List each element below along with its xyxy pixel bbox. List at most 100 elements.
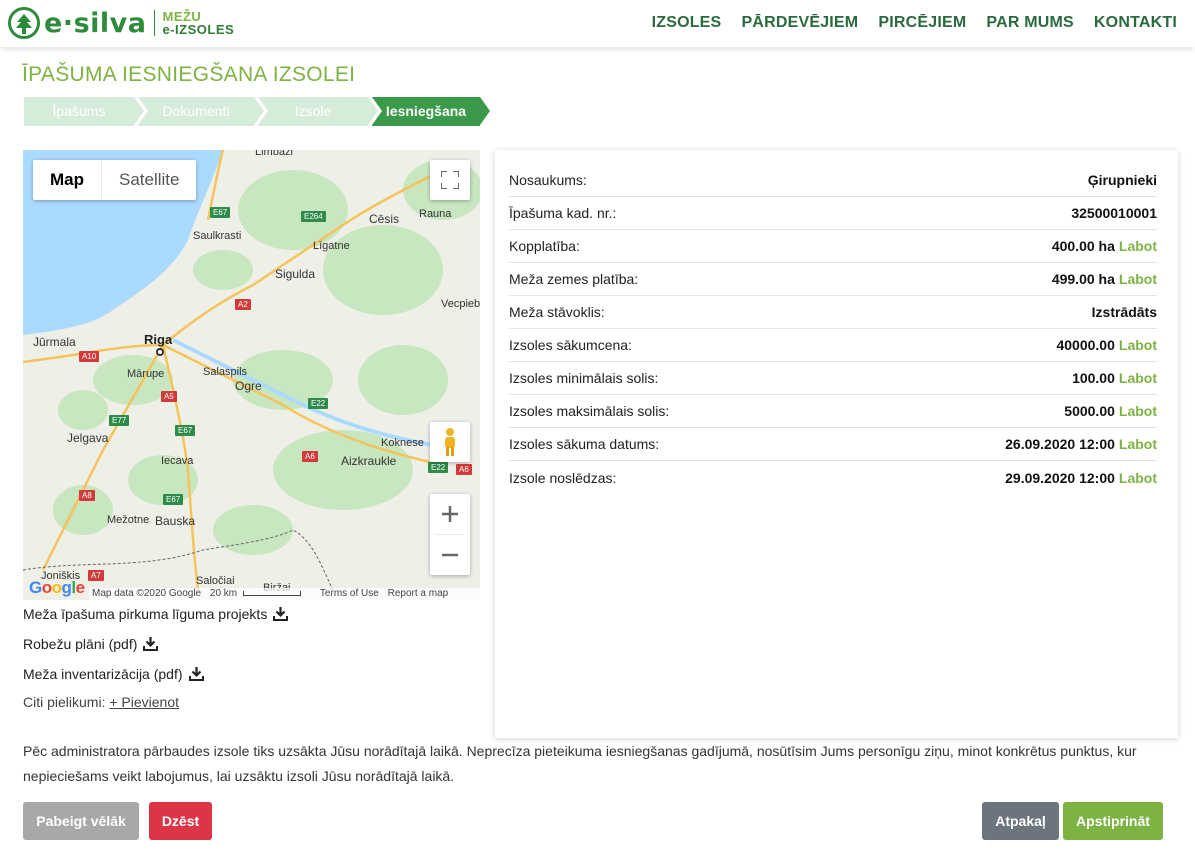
nav-pircejiem[interactable]: PIRCĒJIEM	[878, 14, 966, 32]
terms-link[interactable]: Terms of Use	[320, 588, 379, 599]
detail-row: Nosaukums: Ģirupnieki	[509, 164, 1157, 197]
document-link[interactable]: Meža īpašuma pirkuma līguma projekts	[23, 606, 267, 622]
map-label-vecpiebalga: Vecpiebalga	[441, 298, 480, 310]
detail-row: Meža zemes platība: 499.00 ha Labot	[509, 263, 1157, 296]
document-link[interactable]: Meža inventarizācija (pdf)	[23, 666, 183, 682]
detail-row: Izsole noslēdzas: 29.09.2020 12:00 Labot	[509, 461, 1157, 494]
map-label-iecava: Iecava	[161, 455, 194, 467]
detail-row: Izsoles maksimālais solis: 5000.00 Labot	[509, 395, 1157, 428]
confirm-button[interactable]: Apstiprināt	[1063, 802, 1163, 840]
map-label-aizkraukle: Aizkraukle	[341, 454, 397, 468]
finish-later-button[interactable]: Pabeigt vēlāk	[23, 802, 139, 840]
map-canvas[interactable]	[23, 150, 480, 600]
map-label-limbazi: Limbaži	[255, 150, 293, 158]
main-nav: IZSOLES PĀRDEVĒJIEM PIRCĒJIEM PAR MUMS K…	[652, 14, 1177, 32]
road-shield: A6	[456, 464, 472, 475]
map-widget[interactable]: Limbaži Saulkrasti Cēsis Rauna Līgatne S…	[23, 150, 480, 600]
detail-value: Izstrādāts	[1091, 304, 1157, 320]
detail-row: Meža stāvoklis: Izstrādāts	[509, 296, 1157, 329]
logo-divider	[154, 10, 156, 36]
detail-label: Nosaukums:	[509, 172, 587, 188]
map-label-koknese: Koknese	[381, 437, 424, 449]
road-shield: A10	[79, 351, 100, 362]
detail-value: 5000.00	[1064, 403, 1115, 419]
road-shield: A5	[161, 391, 177, 402]
edit-link[interactable]: Labot	[1119, 337, 1157, 353]
logo-subtitle: MEŽU e-IZSOLES	[162, 10, 234, 36]
map-type-satellite-button[interactable]: Satellite	[101, 160, 196, 200]
fullscreen-icon	[441, 171, 459, 189]
map-label-rauna: Rauna	[419, 208, 452, 220]
detail-value: 29.09.2020 12:00	[1005, 469, 1115, 486]
road-shield: A2	[235, 299, 251, 310]
nav-pardevejiem[interactable]: PĀRDEVĒJIEM	[741, 14, 858, 32]
map-type-map-button[interactable]: Map	[33, 160, 101, 200]
detail-value: 26.09.2020 12:00	[1005, 436, 1115, 452]
download-icon[interactable]	[143, 637, 159, 651]
detail-label: Izsoles minimālais solis:	[509, 370, 659, 386]
detail-label: Izsoles sākumcena:	[509, 337, 632, 353]
step-dokumenti[interactable]: Dokumenti	[138, 97, 264, 126]
document-item[interactable]: Meža īpašuma pirkuma līguma projekts	[23, 606, 289, 622]
top-header: e·silva MEŽU e-IZSOLES IZSOLES PĀRDEVĒJI…	[0, 0, 1195, 47]
logo-text: e·silva	[44, 7, 147, 39]
map-label-jelgava: Jelgava	[67, 431, 109, 445]
step-iesniegsana[interactable]: Iesniegšana	[372, 97, 490, 126]
map-scale-label: 20 km	[209, 588, 238, 599]
road-shield: A7	[88, 570, 104, 581]
other-attachments: Citi pielikumi: + Pievienot	[23, 694, 179, 710]
zoom-in-button[interactable]	[430, 494, 470, 534]
step-ipasums[interactable]: Īpašums	[24, 97, 144, 126]
tree-icon	[8, 7, 40, 39]
detail-row: Izsoles sākuma datums: 26.09.2020 12:00 L…	[509, 428, 1157, 461]
edit-link[interactable]: Labot	[1119, 470, 1157, 486]
edit-link[interactable]: Labot	[1119, 271, 1157, 287]
road-shield: E22	[428, 462, 449, 473]
map-scale-bar	[243, 590, 302, 596]
zoom-control	[430, 494, 470, 575]
step-izsole[interactable]: Izsole	[258, 97, 378, 126]
map-attribution: Map data ©2020 Google 20 km Terms of Use…	[89, 588, 480, 600]
other-attachments-label: Citi pielikumi:	[23, 694, 106, 710]
road-shield: A6	[302, 451, 318, 462]
document-item[interactable]: Meža inventarizācija (pdf)	[23, 666, 204, 682]
site-logo[interactable]: e·silva MEŽU e-IZSOLES	[8, 6, 234, 40]
plus-icon	[442, 506, 458, 522]
detail-label: Izsoles sākuma datums:	[509, 436, 660, 452]
map-label-bauska: Bauska	[155, 514, 196, 528]
nav-kontakti[interactable]: KONTAKTI	[1094, 14, 1177, 32]
map-label-riga: Riga	[144, 332, 173, 347]
fullscreen-button[interactable]	[430, 160, 470, 200]
document-link[interactable]: Robežu plāni (pdf)	[23, 636, 137, 652]
map-label-jurmala: Jūrmala	[33, 335, 76, 349]
pegman-icon	[445, 428, 455, 456]
map-label-marupe: Mārupe	[127, 368, 165, 380]
edit-link[interactable]: Labot	[1119, 238, 1157, 254]
document-item[interactable]: Robežu plāni (pdf)	[23, 636, 159, 652]
edit-link[interactable]: Labot	[1119, 403, 1157, 419]
property-details-panel: Nosaukums: Ģirupnieki Īpašuma kad. nr.: …	[495, 150, 1178, 738]
detail-value: 32500010001	[1071, 205, 1157, 221]
detail-label: Izsoles maksimālais solis:	[509, 403, 670, 419]
detail-row: Izsoles minimālais solis: 100.00 Labot	[509, 362, 1157, 395]
map-label-salaspils: Salaspils	[203, 366, 248, 378]
delete-button[interactable]: Dzēst	[149, 802, 212, 840]
detail-value: 400.00 ha	[1051, 238, 1115, 254]
nav-par-mums[interactable]: PAR MUMS	[986, 14, 1074, 32]
edit-link[interactable]: Labot	[1119, 370, 1157, 386]
edit-link[interactable]: Labot	[1119, 436, 1157, 452]
zoom-out-button[interactable]	[430, 535, 470, 575]
map-label-ligatne: Līgatne	[313, 240, 350, 252]
back-button[interactable]: Atpakaļ	[982, 802, 1059, 840]
nav-izsoles[interactable]: IZSOLES	[652, 14, 722, 32]
map-label-mezotne: Mežotne	[107, 514, 150, 526]
download-icon[interactable]	[188, 667, 204, 681]
road-shield: E67	[175, 425, 196, 436]
minus-icon	[442, 553, 458, 557]
detail-row: Izsoles sākumcena: 40000.00 Labot	[509, 329, 1157, 362]
detail-value: 40000.00	[1056, 337, 1115, 353]
download-icon[interactable]	[273, 607, 289, 621]
add-attachment-link[interactable]: + Pievienot	[109, 694, 179, 710]
street-view-pegman[interactable]	[430, 422, 470, 462]
map-label-saulkrasti: Saulkrasti	[193, 230, 242, 242]
